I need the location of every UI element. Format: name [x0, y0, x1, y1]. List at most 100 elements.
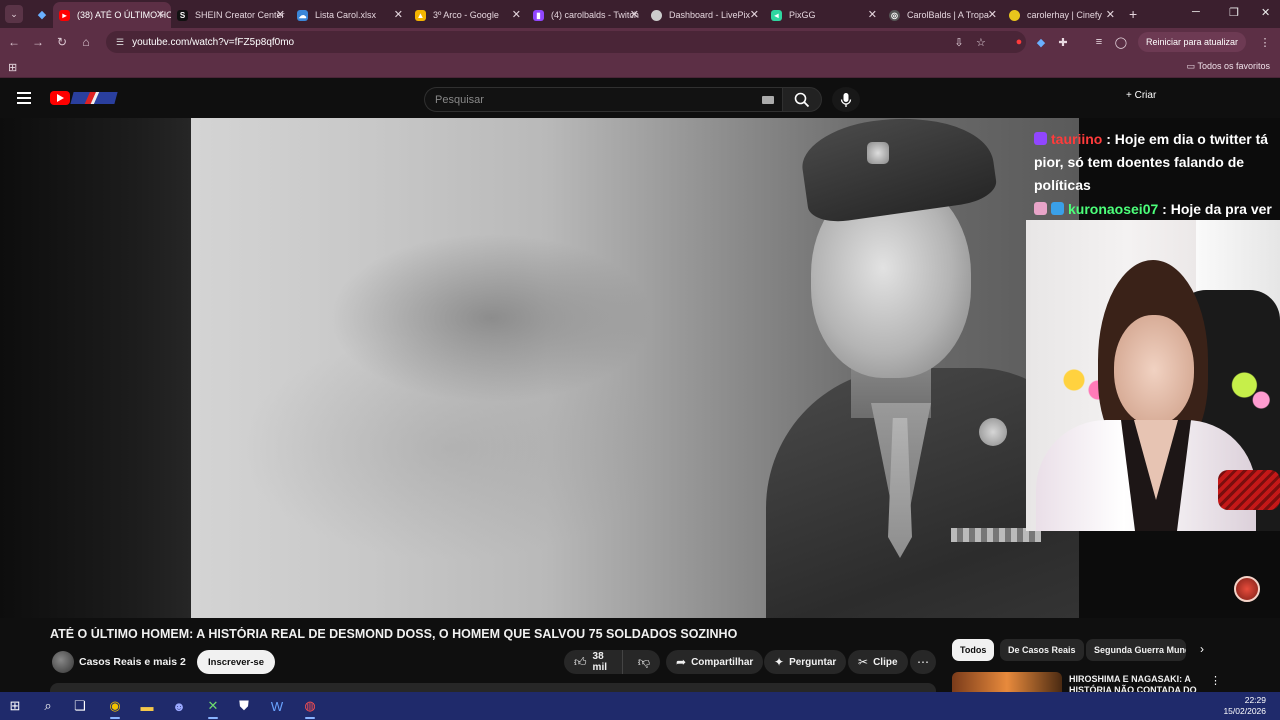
- tab-lista-carol[interactable]: ☁ Lista Carol.xlsx ✕: [291, 2, 409, 28]
- file-explorer-icon[interactable]: ▬: [136, 696, 158, 716]
- youtube-doodle-logo[interactable]: [70, 92, 118, 104]
- close-tab-icon[interactable]: ✕: [156, 8, 165, 21]
- chat-username: kuronaosei07: [1068, 201, 1159, 217]
- ask-button[interactable]: ✦ Perguntar: [764, 650, 847, 674]
- channel-avatar[interactable]: [52, 651, 74, 673]
- minimize-icon[interactable]: ─: [1192, 6, 1200, 18]
- all-favorites-folder[interactable]: ▭ Todos os favoritos: [1187, 61, 1270, 72]
- close-tab-icon[interactable]: ✕: [276, 8, 285, 21]
- voice-search-button[interactable]: [832, 87, 860, 112]
- channel-watermark-icon[interactable]: [1234, 576, 1260, 602]
- tab-youtube[interactable]: ▸ (38) ATÉ O ÚLTIMO HOMEM ✕: [53, 2, 171, 28]
- keyboard-icon[interactable]: [762, 96, 774, 104]
- channel-name[interactable]: Casos Reais e mais 2: [79, 656, 186, 668]
- close-tab-icon[interactable]: ✕: [750, 8, 759, 21]
- close-tab-icon[interactable]: ✕: [868, 8, 877, 21]
- cinefy-icon: [1009, 10, 1020, 21]
- task-view-icon[interactable]: ❏: [69, 696, 91, 716]
- tab-label: Dashboard - LivePix: [669, 10, 751, 20]
- tab-strip: ⌄ ◆ ▸ (38) ATÉ O ÚLTIMO HOMEM ✕ S SHEIN …: [0, 0, 1280, 28]
- extensions-puzzle-icon[interactable]: ✚: [1052, 36, 1074, 49]
- menu-hamburger-icon[interactable]: [17, 92, 31, 104]
- close-window-icon[interactable]: ✕: [1261, 6, 1270, 19]
- youtube-logo-icon[interactable]: [50, 91, 70, 105]
- close-tab-icon[interactable]: ✕: [630, 8, 639, 21]
- extension-gem-icon[interactable]: ◆: [1030, 36, 1052, 49]
- dislike-button[interactable]: 👎︎: [628, 650, 660, 674]
- like-button[interactable]: 👍︎ 38 mil: [564, 650, 623, 674]
- search-button[interactable]: [782, 87, 822, 112]
- chevron-right-icon[interactable]: ›: [1200, 642, 1204, 656]
- shein-icon: S: [177, 10, 188, 21]
- xbox-icon[interactable]: ✕: [202, 696, 224, 719]
- address-bar[interactable]: ☰ youtube.com/watch?v=fFZ5p8qf0mo: [106, 31, 1026, 53]
- tab-google-drive[interactable]: ▲ 3º Arco - Google ✕: [409, 2, 527, 28]
- tab-livepix[interactable]: Dashboard - LivePix ✕: [645, 2, 765, 28]
- word-icon[interactable]: W: [266, 696, 288, 716]
- install-app-icon[interactable]: ⇩: [948, 36, 970, 49]
- apps-grid-icon[interactable]: ⊞: [8, 61, 17, 74]
- obs-record-icon[interactable]: ◍: [299, 696, 321, 719]
- windows-start-icon[interactable]: ⊞: [4, 696, 26, 716]
- close-tab-icon[interactable]: ✕: [1106, 8, 1115, 21]
- like-count: 38 mil: [592, 651, 607, 673]
- tab-pixgg[interactable]: ◂ PixGG ✕: [765, 2, 883, 28]
- extension-red-icon[interactable]: ●: [1008, 36, 1030, 48]
- profile-icon[interactable]: ◯: [1110, 36, 1132, 49]
- like-dislike-group: 👍︎ 38 mil 👎︎: [564, 650, 660, 674]
- recommended-title[interactable]: HIROSHIMA E NAGASAKI: A HISTÓRIA NÃO CON…: [1069, 674, 1209, 692]
- toolbar-actions: ⇩ ☆ ● ◆ ✚ ≡ ◯ Reiniciar para atualizar ⋮: [948, 28, 1280, 56]
- more-vert-icon[interactable]: ⋮: [1210, 674, 1221, 687]
- close-tab-icon[interactable]: ✕: [988, 8, 997, 21]
- forward-arrow-icon[interactable]: →: [26, 35, 50, 49]
- chat-badge-icon: [1034, 132, 1047, 145]
- bookmark-star-icon[interactable]: ☆: [970, 36, 992, 49]
- share-button[interactable]: ➦ Compartilhar: [666, 650, 764, 674]
- ask-label: Perguntar: [789, 656, 837, 668]
- tab-shein[interactable]: S SHEIN Creator Center ✕: [171, 2, 291, 28]
- channel-row: Casos Reais e mais 2 Inscrever-se 👍︎ 38 …: [50, 650, 940, 674]
- search-icon[interactable]: ⌕: [37, 696, 59, 716]
- video-player[interactable]: tauriino : Hoje em dia o twitter tá pior…: [0, 118, 1280, 618]
- security-shield-icon[interactable]: ⛊: [233, 696, 255, 716]
- system-clock[interactable]: 22:29 15/02/2026: [1223, 695, 1266, 717]
- youtube-header: + Criar: [0, 80, 1280, 118]
- webcam-overlay: [1026, 220, 1280, 531]
- restore-icon[interactable]: ❐: [1229, 6, 1239, 19]
- video-frame-soldier-portrait: [191, 118, 1079, 618]
- recommended-video[interactable]: HIROSHIMA E NAGASAKI: A HISTÓRIA NÃO CON…: [952, 672, 1280, 692]
- chrome-icon[interactable]: ◉: [104, 696, 126, 719]
- tab-cinefy[interactable]: carolerhay | Cinefy ✕: [1003, 2, 1121, 28]
- onedrive-icon: ☁: [297, 10, 308, 21]
- chip-de-casos-reais[interactable]: De Casos Reais: [1000, 639, 1084, 661]
- recommended-thumbnail[interactable]: [952, 672, 1062, 692]
- create-button[interactable]: + Criar: [1126, 90, 1156, 101]
- discord-icon[interactable]: ☻: [168, 696, 190, 716]
- tab-twitch[interactable]: ▮ (4) carolbalds - Twitch ✕: [527, 2, 645, 28]
- more-menu-icon[interactable]: ⋮: [1254, 36, 1276, 49]
- search-input[interactable]: [425, 88, 745, 111]
- globe-icon: ◎: [889, 10, 900, 21]
- chip-todos[interactable]: Todos: [952, 639, 995, 661]
- chip-segunda-guerra[interactable]: Segunda Guerra Mundial: [1086, 639, 1186, 661]
- windows-taskbar: ⊞ ⌕ ❏ ◉ ▬ ☻ ✕ ⛊ W ◍ 22:29 15/02/2026: [0, 692, 1280, 720]
- media-control-icon[interactable]: ≡: [1088, 36, 1110, 48]
- home-icon[interactable]: ⌂: [74, 35, 98, 49]
- google-drive-icon: ▲: [415, 10, 426, 21]
- more-actions-button[interactable]: ⋯: [910, 650, 936, 674]
- back-arrow-icon[interactable]: ←: [2, 35, 26, 49]
- close-tab-icon[interactable]: ✕: [394, 8, 403, 21]
- subscribe-button[interactable]: Inscrever-se: [197, 650, 275, 674]
- new-tab-plus-icon[interactable]: +: [1129, 6, 1137, 22]
- pinned-tab-gem-icon[interactable]: ◆: [31, 8, 53, 21]
- close-tab-icon[interactable]: ✕: [512, 8, 521, 21]
- reload-icon[interactable]: ↻: [50, 35, 74, 49]
- microphone-icon: [840, 92, 852, 107]
- tab-search-button[interactable]: ⌄: [5, 5, 23, 23]
- tab-label: carolerhay | Cinefy: [1027, 10, 1102, 20]
- site-info-icon[interactable]: ☰: [116, 37, 124, 48]
- chat-crown-badge-icon: [1051, 202, 1064, 215]
- tab-tropa[interactable]: ◎ CarolBalds | A Tropa ✕: [883, 2, 1003, 28]
- clip-button[interactable]: ✂ Clipe: [848, 650, 908, 674]
- restart-to-update-button[interactable]: Reiniciar para atualizar: [1137, 32, 1246, 52]
